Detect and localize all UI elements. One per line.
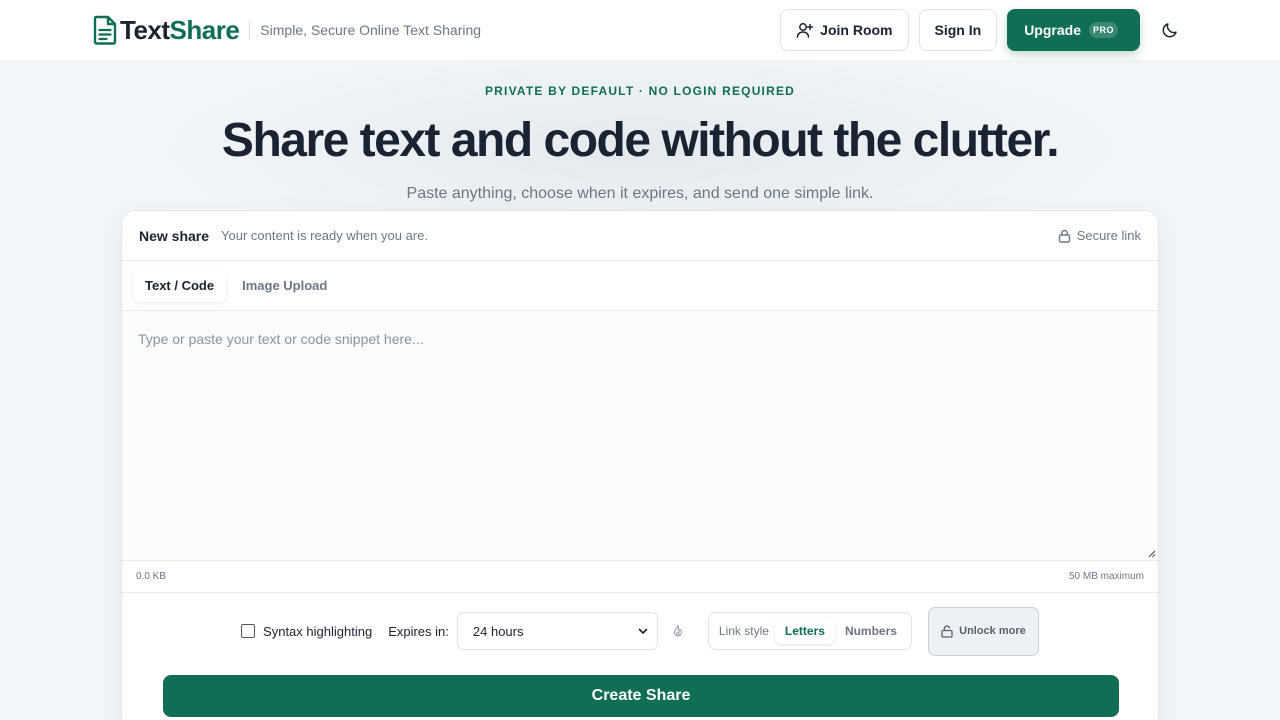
checkbox-box[interactable]: [241, 624, 256, 638]
link-style-letters[interactable]: Letters: [774, 618, 835, 644]
card-header: New share Your content is ready when you…: [122, 211, 1158, 261]
resize-handle-icon[interactable]: [1148, 550, 1156, 558]
unlock-icon: [941, 625, 953, 638]
editor-area: [122, 311, 1158, 561]
tab-text-code[interactable]: Text / Code: [133, 269, 227, 302]
flame-icon[interactable]: [672, 624, 684, 638]
hero-title: Share text and code without the clutter.: [221, 114, 1060, 167]
link-style-label: Link style: [718, 624, 769, 638]
unlock-more-button[interactable]: Unlock more: [927, 606, 1039, 656]
sign-in-button[interactable]: Sign In: [918, 9, 998, 51]
secure-link-indicator: Secure link: [1058, 228, 1141, 243]
size-info-row: 0.0 KB 50 MB maximum: [122, 561, 1158, 593]
share-options: Syntax highlighting Expires in: 24 hours…: [122, 593, 1158, 669]
lock-icon: [1058, 229, 1070, 243]
content-tabs: Text / Code Image Upload: [122, 261, 1158, 311]
brand[interactable]: TextShare: [93, 14, 240, 46]
document-icon: [93, 15, 117, 45]
syntax-highlighting-checkbox[interactable]: Syntax highlighting: [241, 624, 372, 639]
card-description: Your content is ready when you are.: [221, 228, 428, 243]
moon-icon: [1162, 23, 1177, 38]
join-room-label: Join Room: [820, 22, 893, 38]
content-textarea[interactable]: [122, 311, 1158, 560]
theme-toggle-button[interactable]: [1160, 20, 1180, 40]
upgrade-button[interactable]: Upgrade PRO: [1007, 9, 1140, 51]
chevron-down-icon: [638, 628, 648, 634]
pro-badge: PRO: [1088, 22, 1118, 38]
create-share-button[interactable]: Create Share: [163, 675, 1119, 717]
expires-label: Expires in:: [388, 623, 449, 639]
share-card: New share Your content is ready when you…: [121, 210, 1159, 720]
expires-value: 24 hours: [472, 623, 524, 639]
syntax-highlighting-label: Syntax highlighting: [263, 623, 373, 639]
join-room-button[interactable]: Join Room: [780, 9, 909, 51]
hero-eyebrow: PRIVATE BY DEFAULT · NO LOGIN REQUIRED: [484, 84, 796, 98]
brand-divider: [249, 20, 251, 40]
sign-in-label: Sign In: [934, 22, 982, 38]
expires-select[interactable]: 24 hours: [456, 612, 658, 650]
secure-link-label: Secure link: [1076, 228, 1141, 243]
tagline: Simple, Secure Online Text Sharing: [260, 22, 482, 38]
brand-name: TextShare: [120, 14, 240, 46]
hero-subtitle: Paste anything, choose when it expires, …: [406, 185, 874, 202]
tab-image-upload[interactable]: Image Upload: [230, 270, 339, 302]
upgrade-label: Upgrade: [1024, 22, 1081, 38]
user-plus-icon: [796, 23, 814, 38]
header-actions: Join Room Sign In Upgrade PRO: [780, 9, 1180, 51]
max-size: 50 MB maximum: [1068, 571, 1144, 582]
brand-name-part1: Text: [120, 14, 170, 45]
create-share-label: Create Share: [591, 687, 691, 704]
current-size: 0.0 KB: [136, 571, 167, 582]
top-header: TextShare Simple, Secure Online Text Sha…: [0, 0, 1280, 60]
card-title: New share: [139, 227, 210, 244]
link-style-numbers[interactable]: Numbers: [835, 618, 907, 644]
unlock-more-label: Unlock more: [959, 625, 1026, 637]
brand-name-part2: Share: [169, 14, 240, 45]
link-style-toggle: Link style Letters Numbers: [707, 612, 912, 650]
